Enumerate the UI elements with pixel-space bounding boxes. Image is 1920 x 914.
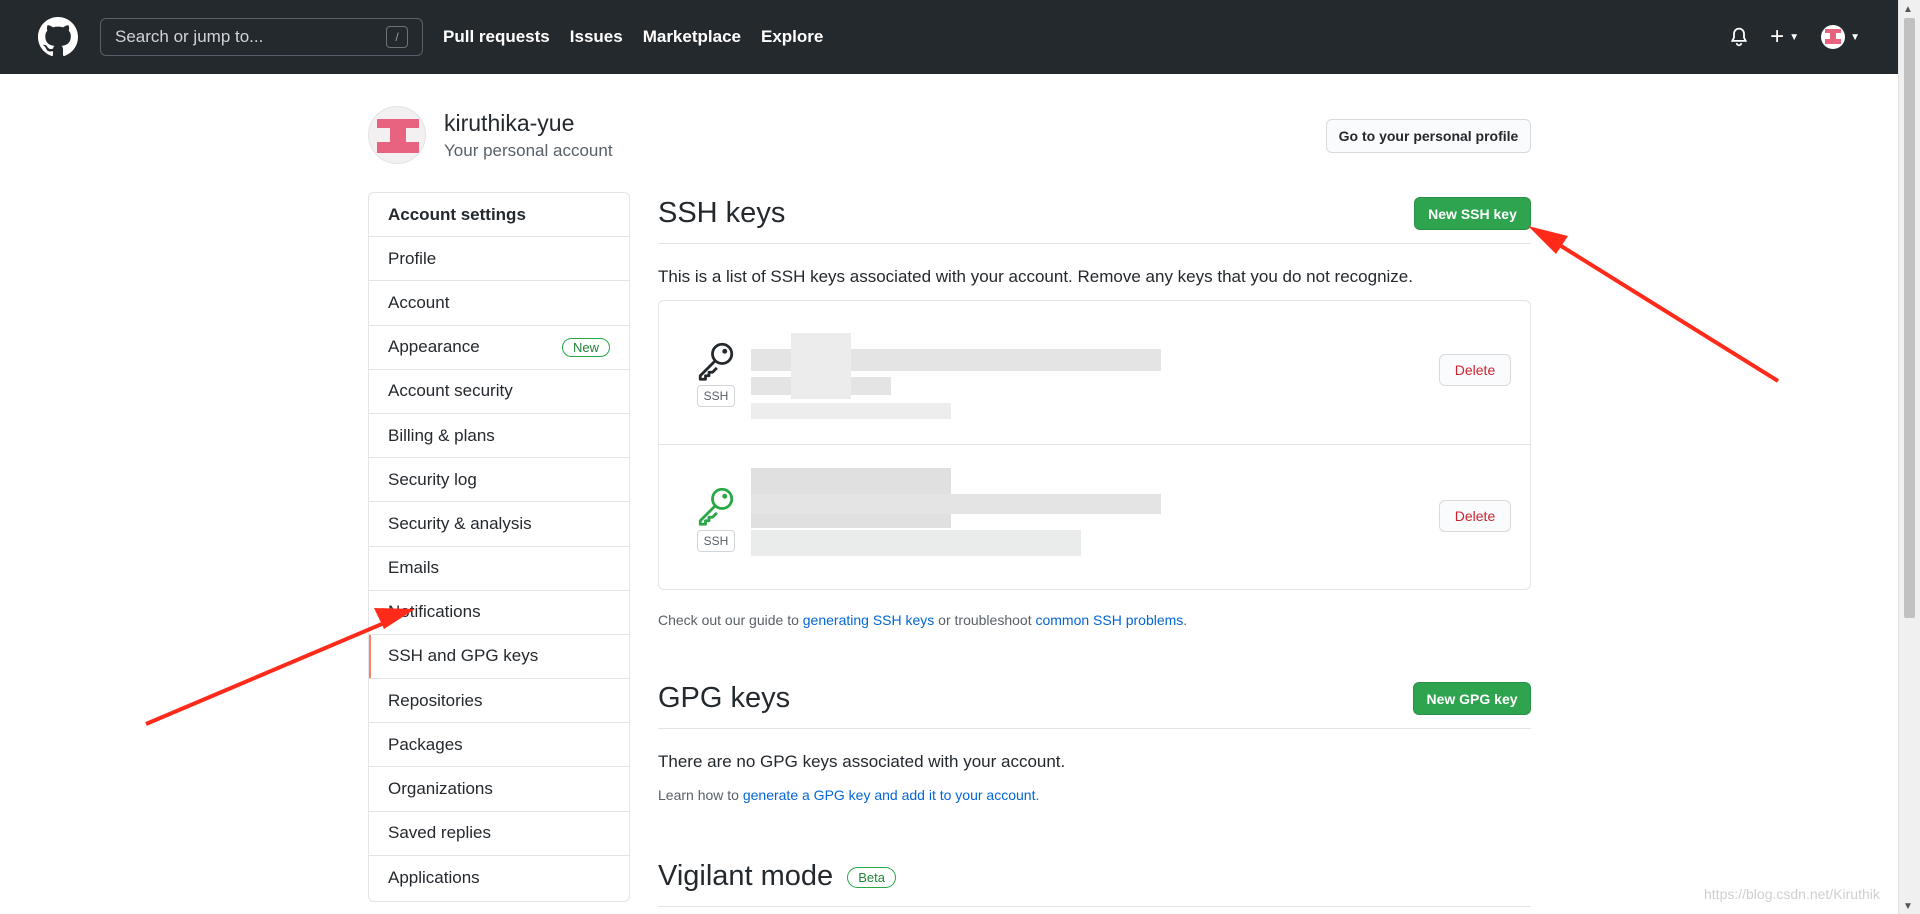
profile-avatar[interactable]	[368, 106, 426, 164]
scrollbar-thumb[interactable]	[1904, 18, 1915, 618]
nav-explore[interactable]: Explore	[761, 27, 823, 47]
delete-key-button[interactable]: Delete	[1439, 500, 1511, 532]
gpg-help-text: Learn how to generate a GPG key and add …	[658, 787, 1039, 803]
annotation-arrow-new-ssh-key	[1528, 226, 1780, 383]
help-text-prefix: Check out our guide to	[658, 612, 803, 628]
top-nav: Pull requests Issues Marketplace Explore	[443, 27, 843, 47]
help-text-suffix: .	[1183, 612, 1188, 628]
ssh-tag: SSH	[697, 385, 735, 407]
chevron-down-icon: ▼	[1850, 31, 1860, 43]
global-header: Search or jump to... / Pull requests Iss…	[0, 0, 1898, 74]
key-icon	[698, 487, 734, 526]
delete-key-button[interactable]: Delete	[1439, 354, 1511, 386]
generating-ssh-keys-link[interactable]: generating SSH keys	[803, 612, 935, 628]
sidebar-item-appearance[interactable]: Appearance New	[369, 326, 629, 370]
new-ssh-key-button[interactable]: New SSH key	[1414, 197, 1531, 230]
sidebar-item-security-log[interactable]: Security log	[369, 458, 629, 503]
divider	[658, 728, 1531, 729]
user-menu[interactable]: ▼	[1821, 25, 1860, 49]
sidebar-item-label: Appearance	[388, 337, 480, 357]
github-logo-icon[interactable]	[38, 17, 78, 57]
redacted-key-details	[751, 323, 1161, 423]
nav-marketplace[interactable]: Marketplace	[643, 27, 741, 47]
vigilant-mode-section: Vigilant mode Beta	[658, 860, 896, 893]
sidebar-item-applications[interactable]: Applications	[369, 856, 629, 900]
generate-gpg-key-link[interactable]: generate a GPG key and add it to your ac…	[743, 787, 1036, 803]
ssh-keys-description: This is a list of SSH keys associated wi…	[658, 267, 1413, 286]
sidebar-item-notifications[interactable]: Notifications	[369, 591, 629, 635]
watermark: https://blog.csdn.net/Kiruthik	[1704, 886, 1880, 902]
create-new-menu[interactable]: + ▼	[1770, 23, 1800, 50]
sidebar-item-repositories[interactable]: Repositories	[369, 679, 629, 724]
sidebar-item-security-analysis[interactable]: Security & analysis	[369, 502, 629, 547]
ssh-keys-list: SSH Delete SSH Delete	[658, 300, 1531, 590]
ssh-help-text: Check out our guide to generating SSH ke…	[658, 612, 1187, 628]
divider	[658, 243, 1531, 244]
scroll-up-icon[interactable]: ▲	[1903, 4, 1913, 15]
beta-badge: Beta	[847, 866, 896, 888]
chevron-down-icon: ▼	[1789, 31, 1800, 43]
search-placeholder: Search or jump to...	[115, 27, 264, 46]
settings-sidebar: Account settings Profile Account Appeara…	[368, 192, 630, 902]
sidebar-item-profile[interactable]: Profile	[369, 237, 629, 282]
notifications-bell-icon[interactable]	[1730, 27, 1748, 47]
sidebar-item-organizations[interactable]: Organizations	[369, 767, 629, 812]
go-to-profile-button[interactable]: Go to your personal profile	[1326, 119, 1531, 153]
divider	[658, 906, 1531, 907]
help-text-middle: or troubleshoot	[934, 612, 1036, 628]
common-ssh-problems-link[interactable]: common SSH problems	[1035, 612, 1183, 628]
sidebar-item-account-security[interactable]: Account security	[369, 370, 629, 414]
sidebar-item-billing[interactable]: Billing & plans	[369, 414, 629, 459]
page: Search or jump to... / Pull requests Iss…	[0, 0, 1920, 914]
sidebar-item-emails[interactable]: Emails	[369, 547, 629, 591]
gpg-keys-title: GPG keys	[658, 682, 791, 714]
redacted-key-details	[751, 468, 1161, 568]
sidebar-item-saved-replies[interactable]: Saved replies	[369, 812, 629, 856]
ssh-key-row: SSH Delete	[659, 446, 1530, 590]
help-text-suffix: .	[1035, 787, 1040, 803]
profile-subtitle: Your personal account	[444, 141, 613, 160]
sidebar-item-account[interactable]: Account	[369, 281, 629, 326]
gpg-empty-message: There are no GPG keys associated with yo…	[658, 752, 1066, 771]
search-shortcut-key: /	[386, 26, 408, 48]
nav-issues[interactable]: Issues	[570, 27, 623, 47]
avatar	[1821, 25, 1846, 49]
help-text-prefix: Learn how to	[658, 787, 743, 803]
sidebar-heading-account-settings: Account settings	[369, 193, 629, 238]
ssh-key-row: SSH Delete	[659, 301, 1530, 445]
plus-icon: +	[1770, 23, 1785, 50]
sidebar-item-packages[interactable]: Packages	[369, 723, 629, 768]
search-input[interactable]: Search or jump to... /	[100, 18, 423, 56]
page-scrollbar[interactable]: ▲ ▼	[1898, 0, 1920, 914]
ssh-keys-title: SSH keys	[658, 197, 786, 229]
header-actions: + ▼ ▼	[1730, 25, 1860, 49]
profile-username[interactable]: kiruthika-yue	[444, 110, 574, 137]
scroll-down-icon[interactable]: ▼	[1903, 901, 1913, 912]
nav-pull-requests[interactable]: Pull requests	[443, 27, 550, 47]
vigilant-mode-title: Vigilant mode	[658, 860, 834, 892]
key-icon	[698, 342, 734, 381]
new-gpg-key-button[interactable]: New GPG key	[1413, 682, 1531, 715]
ssh-tag: SSH	[697, 530, 735, 552]
sidebar-item-ssh-gpg-keys[interactable]: SSH and GPG keys	[369, 634, 629, 680]
new-badge: New	[561, 337, 610, 357]
